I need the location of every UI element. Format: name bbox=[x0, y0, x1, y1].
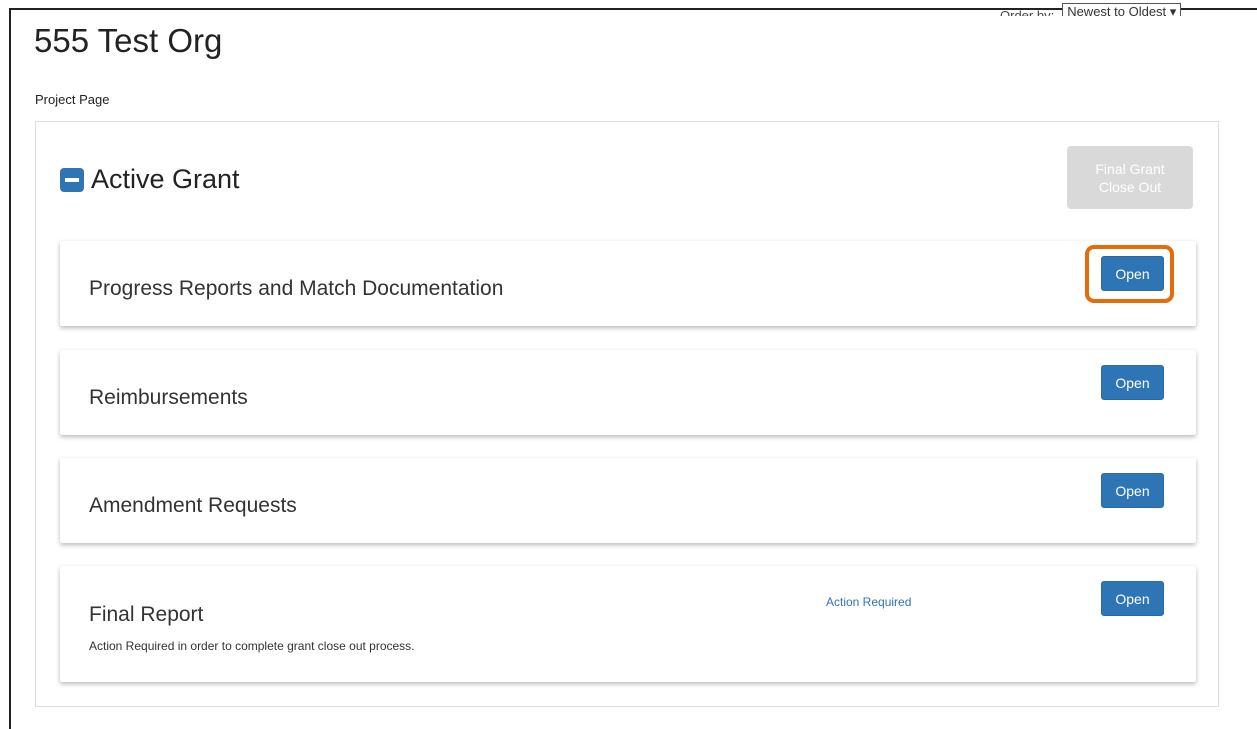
open-final-report-button[interactable]: Open bbox=[1101, 581, 1164, 616]
action-required-badge: Action Required bbox=[826, 595, 912, 609]
final-grant-close-out-button[interactable]: Final Grant Close Out bbox=[1067, 146, 1193, 209]
open-reimbursements-button[interactable]: Open bbox=[1101, 365, 1164, 400]
card-title: Reimbursements bbox=[89, 386, 248, 409]
card-title: Amendment Requests bbox=[89, 494, 297, 517]
open-amendment-requests-button[interactable]: Open bbox=[1101, 473, 1164, 508]
org-title: 555 Test Org bbox=[34, 22, 223, 59]
card-title: Final Report bbox=[89, 603, 204, 626]
active-grant-panel: Active Grant Final Grant Close Out Progr… bbox=[35, 121, 1219, 707]
card-final-report: Final Report Action Required Open Action… bbox=[60, 566, 1196, 682]
card-amendment-requests: Amendment Requests Open bbox=[60, 458, 1196, 543]
breadcrumb: Project Page bbox=[35, 92, 110, 107]
card-progress-reports: Progress Reports and Match Documentation… bbox=[60, 241, 1196, 326]
section-header: Active Grant bbox=[60, 164, 240, 195]
order-by-control: Order by: Newest to Oldest ▾ bbox=[1000, 0, 1240, 16]
open-progress-reports-button[interactable]: Open bbox=[1101, 256, 1164, 291]
card-reimbursements: Reimbursements Open bbox=[60, 350, 1196, 435]
card-note: Action Required in order to complete gra… bbox=[89, 639, 415, 653]
card-title: Progress Reports and Match Documentation bbox=[89, 277, 504, 300]
section-title: Active Grant bbox=[91, 164, 240, 194]
collapse-minus-icon[interactable] bbox=[60, 167, 84, 192]
order-by-select[interactable]: Newest to Oldest ▾ bbox=[1062, 3, 1182, 16]
order-by-label: Order by: bbox=[1000, 8, 1055, 16]
